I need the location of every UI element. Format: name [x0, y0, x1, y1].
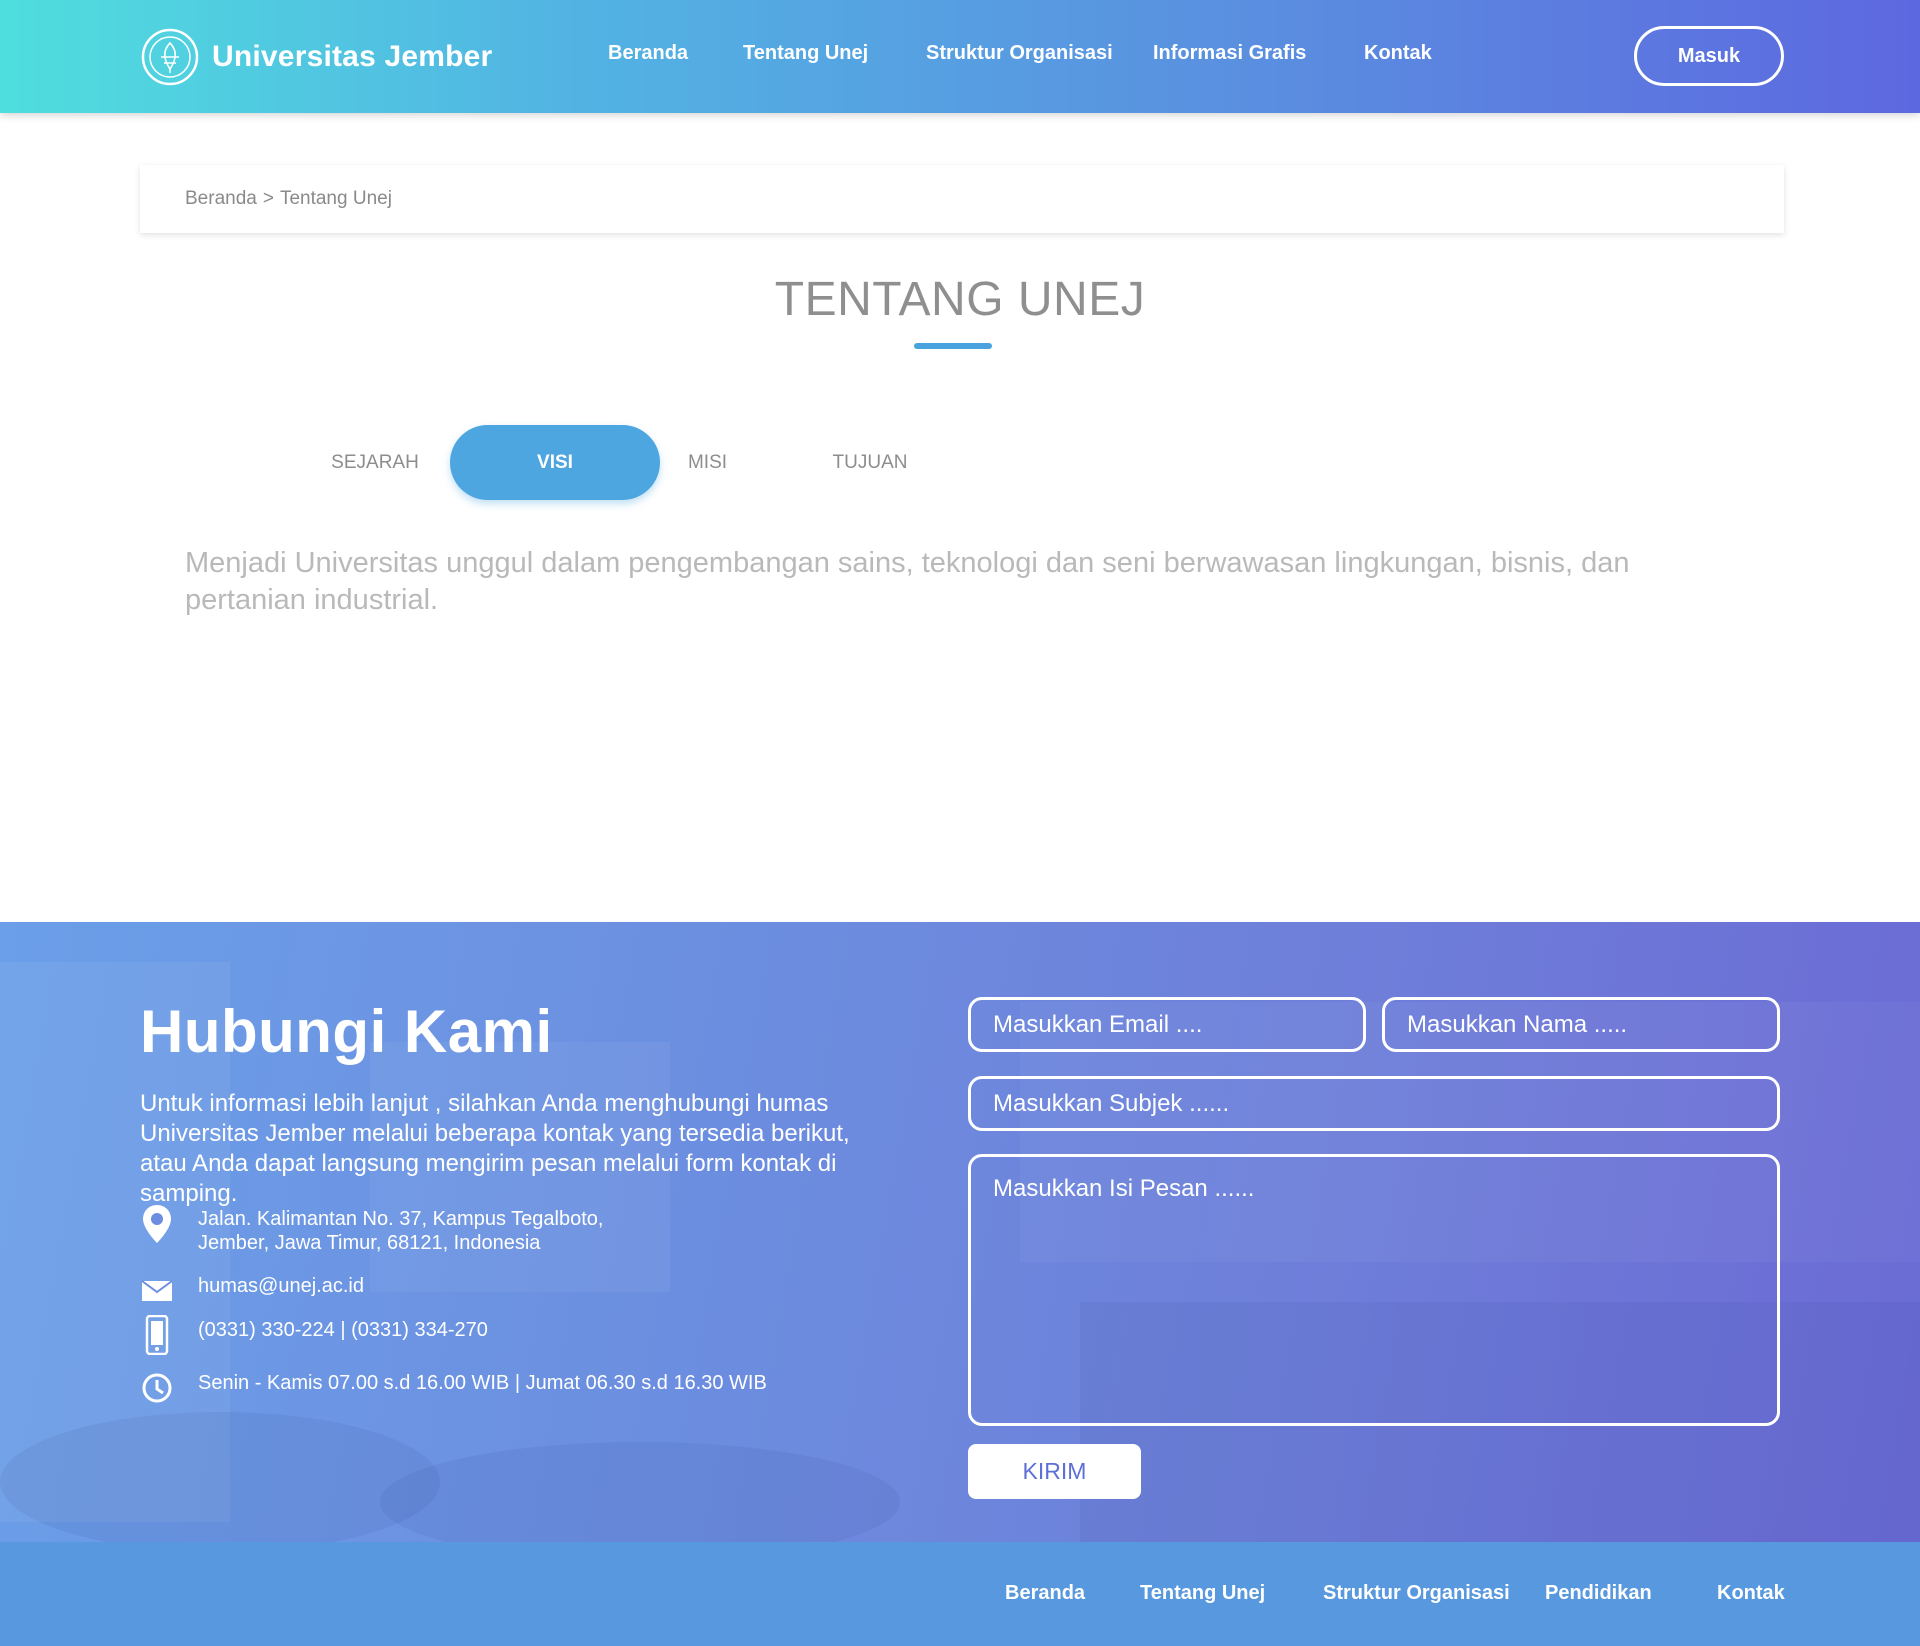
- nav-item-kontak[interactable]: Kontak: [1364, 42, 1432, 65]
- tab-tujuan[interactable]: TUJUAN: [810, 425, 930, 500]
- hours-text: Senin - Kamis 07.00 s.d 16.00 WIB | Juma…: [198, 1372, 767, 1394]
- tab-visi[interactable]: VISI: [450, 425, 660, 500]
- footer-link-pendidikan[interactable]: Pendidikan: [1545, 1582, 1652, 1605]
- submit-button[interactable]: KIRIM: [968, 1444, 1141, 1499]
- tab-misi[interactable]: MISI: [665, 425, 750, 500]
- address-row: Jalan. Kalimantan No. 37, Kampus Tegalbo…: [140, 1205, 603, 1255]
- page-title: TENTANG UNEJ: [774, 273, 1146, 326]
- contact-description: Untuk informasi lebih lanjut , silahkan …: [140, 1090, 850, 1207]
- breadcrumb: Beranda > Tentang Unej: [140, 165, 1784, 233]
- footer-link-beranda[interactable]: Beranda: [1005, 1582, 1085, 1605]
- footer-link-tentang-unej[interactable]: Tentang Unej: [1140, 1582, 1265, 1605]
- nav-item-informasi-grafis[interactable]: Informasi Grafis: [1153, 42, 1306, 65]
- title-underline: [914, 343, 992, 349]
- nav-item-tentang-unej[interactable]: Tentang Unej: [743, 42, 868, 65]
- email-field[interactable]: Masukkan Email ....: [968, 997, 1366, 1052]
- breadcrumb-home[interactable]: Beranda: [185, 188, 257, 210]
- email-text[interactable]: humas@unej.ac.id: [198, 1274, 364, 1298]
- name-field[interactable]: Masukkan Nama .....: [1382, 997, 1780, 1052]
- contact-section: Hubungi Kami Untuk informasi lebih lanju…: [0, 922, 1920, 1542]
- nav-item-beranda[interactable]: Beranda: [608, 42, 688, 65]
- top-navbar: Universitas Jember Beranda Tentang Unej …: [0, 0, 1920, 113]
- address-text: Jalan. Kalimantan No. 37, Kampus Tegalbo…: [198, 1207, 603, 1255]
- mail-icon: [140, 1274, 174, 1308]
- contact-title: Hubungi Kami: [140, 998, 553, 1065]
- footer: Beranda Tentang Unej Struktur Organisasi…: [0, 1542, 1920, 1646]
- message-field[interactable]: Masukkan Isi Pesan ......: [968, 1154, 1780, 1426]
- hours-row: Senin - Kamis 07.00 s.d 16.00 WIB | Juma…: [140, 1371, 767, 1405]
- login-button[interactable]: Masuk: [1634, 26, 1784, 86]
- phone-text: (0331) 330-224 | (0331) 334-270: [198, 1319, 488, 1341]
- breadcrumb-separator: >: [262, 188, 274, 209]
- main-nav: Beranda Tentang Unej Struktur Organisasi…: [0, 42, 1920, 72]
- subject-field[interactable]: Masukkan Subjek ......: [968, 1076, 1780, 1131]
- breadcrumb-current: Tentang Unej: [279, 188, 392, 209]
- phone-row: (0331) 330-224 | (0331) 334-270: [140, 1315, 488, 1355]
- email-row: humas@unej.ac.id: [140, 1274, 364, 1308]
- address-line-1: Jalan. Kalimantan No. 37, Kampus Tegalbo…: [198, 1208, 604, 1230]
- footer-link-kontak[interactable]: Kontak: [1717, 1582, 1785, 1605]
- location-pin-icon: [140, 1205, 174, 1243]
- tab-sejarah[interactable]: SEJARAH: [305, 425, 445, 500]
- nav-item-struktur-organisasi[interactable]: Struktur Organisasi: [926, 42, 1113, 65]
- phone-icon: [140, 1315, 174, 1355]
- footer-link-struktur-organisasi[interactable]: Struktur Organisasi: [1323, 1582, 1510, 1605]
- tab-content-visi: Menjadi Universitas unggul dalam pengemb…: [185, 547, 1630, 616]
- address-line-2: Jember, Jawa Timur, 68121, Indonesia: [198, 1232, 541, 1254]
- clock-icon: [140, 1371, 174, 1405]
